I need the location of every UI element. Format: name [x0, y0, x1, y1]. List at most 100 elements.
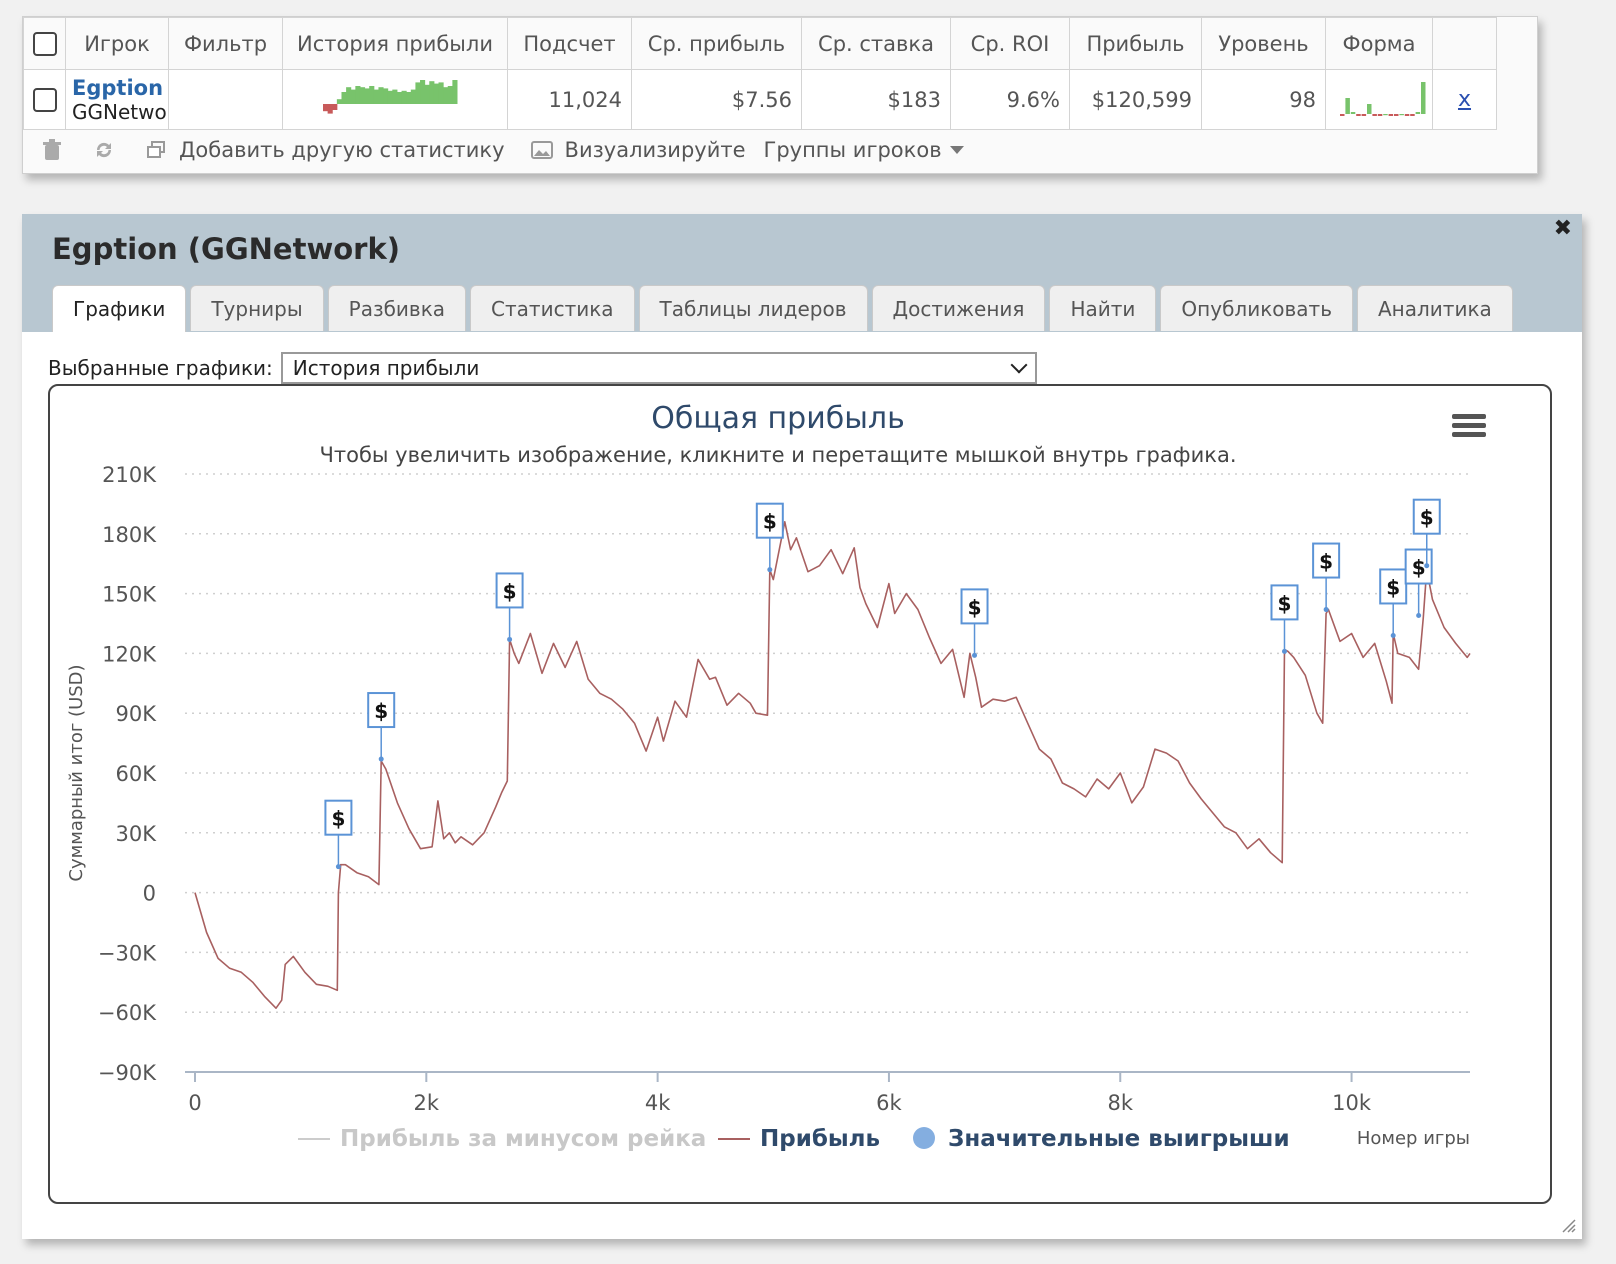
profit-history-sparkline[interactable]: [293, 74, 497, 120]
header-avg-stake[interactable]: Ср. ставка: [801, 17, 951, 70]
chart-type-select[interactable]: История прибыли: [280, 352, 1037, 384]
form-sparkline[interactable]: [1332, 74, 1426, 120]
tab-charts[interactable]: Графики: [52, 285, 187, 332]
form-bar: [1340, 114, 1345, 116]
level-value: 98: [1201, 69, 1326, 130]
panel-tabs: Графики Турниры Разбивка Статистика Табл…: [52, 285, 1517, 332]
big-win-flag-label: $: [503, 579, 517, 603]
chart-menu-icon[interactable]: [1452, 414, 1486, 437]
y-tick-label: −60K: [98, 1001, 157, 1025]
big-win-flag[interactable]: $: [1312, 542, 1341, 613]
visualize-button[interactable]: Визуализируйте: [530, 138, 746, 162]
sparkline-bar: [406, 92, 412, 104]
big-win-flag[interactable]: $: [755, 502, 784, 573]
form-bar: [1394, 114, 1399, 116]
y-axis-title: Суммарный итог (USD): [66, 664, 87, 881]
form-bar: [1372, 114, 1377, 116]
legend-item-big-wins[interactable]: Значительные выигрыши: [913, 1126, 1290, 1152]
close-icon[interactable]: ✖: [1554, 216, 1572, 241]
tab-find[interactable]: Найти: [1049, 285, 1157, 331]
copy-window-icon: [145, 139, 167, 161]
tab-publish[interactable]: Опубликовать: [1160, 285, 1353, 331]
chart-subtitle: Чтобы увеличить изображение, кликните и …: [319, 443, 1236, 467]
add-stats-button[interactable]: Добавить другую статистику: [145, 138, 505, 162]
form-bar: [1404, 114, 1410, 116]
big-win-flag[interactable]: $: [1270, 584, 1299, 654]
trash-icon[interactable]: [41, 139, 63, 161]
select-all-cell: [23, 17, 66, 70]
big-win-flag[interactable]: $: [495, 572, 524, 642]
form-bar: [1410, 114, 1415, 116]
panel-title: Egption (GGNetwork): [52, 232, 401, 266]
big-win-flag-label: $: [1412, 556, 1426, 580]
x-tick-label: 2k: [414, 1091, 440, 1115]
profit-history-sparkline-cell[interactable]: [282, 69, 508, 130]
header-empty: [1432, 17, 1497, 70]
tab-breakdown[interactable]: Разбивка: [327, 285, 467, 331]
player-name-link[interactable]: Egption: [72, 76, 168, 100]
header-avg-profit[interactable]: Ср. прибыль: [631, 17, 802, 70]
player-cell: Egption GGNetwork: [65, 69, 169, 130]
avg-stake-value: $183: [801, 69, 951, 130]
avg-profit-value: $7.56: [631, 69, 802, 130]
sparkline-bar: [383, 88, 389, 104]
x-tick-label: 4k: [645, 1091, 671, 1115]
stats-toolbar: Добавить другую статистику Визуализируйт…: [23, 125, 1537, 175]
player-groups-dropdown[interactable]: Группы игроков: [764, 138, 964, 162]
form-sparkline-cell[interactable]: [1325, 69, 1433, 130]
sparkline-bar: [387, 90, 393, 104]
sparkline-bar: [336, 99, 342, 104]
refresh-icon[interactable]: [93, 139, 115, 161]
big-win-flag-label: $: [763, 510, 777, 534]
profit-chart[interactable]: Общая прибыль Чтобы увеличить изображение…: [50, 386, 1550, 1202]
big-win-flag[interactable]: $: [1404, 548, 1433, 619]
sparkline-bar: [433, 83, 440, 104]
tab-achievements[interactable]: Достижения: [871, 285, 1046, 331]
tab-tournaments[interactable]: Турниры: [190, 285, 324, 331]
legend-label: Значительные выигрыши: [948, 1126, 1290, 1152]
tab-leaderboards[interactable]: Таблицы лидеров: [638, 285, 868, 331]
legend-item-net-profit[interactable]: Прибыль за минусом рейка: [298, 1126, 706, 1152]
y-tick-label: 30K: [116, 822, 158, 846]
header-form[interactable]: Форма: [1325, 17, 1433, 70]
form-bar: [1350, 112, 1356, 114]
resize-handle-icon[interactable]: [1560, 1217, 1576, 1233]
row-checkbox[interactable]: [32, 88, 57, 112]
sparkline-bar: [341, 92, 347, 104]
legend-item-profit[interactable]: Прибыль: [718, 1126, 880, 1152]
chart-select-row: Выбранные графики: История прибыли: [48, 352, 1037, 384]
remove-player-link[interactable]: x: [1458, 87, 1471, 112]
chevron-down-icon: [1010, 356, 1028, 374]
header-profit[interactable]: Прибыль: [1069, 17, 1202, 70]
y-tick-label: −90K: [98, 1061, 157, 1085]
big-win-flag[interactable]: $: [960, 588, 989, 658]
sparkline-bar: [452, 80, 458, 104]
panel-header: Egption (GGNetwork) ✖ Графики Турниры Ра…: [22, 214, 1582, 332]
tab-analytics[interactable]: Аналитика: [1357, 285, 1513, 331]
sparkline-bar: [424, 84, 430, 104]
header-level[interactable]: Уровень: [1201, 17, 1326, 70]
big-win-flag-label: $: [1386, 575, 1400, 599]
select-all-checkbox[interactable]: [32, 32, 57, 56]
header-player[interactable]: Игрок: [65, 17, 169, 70]
header-profit-history[interactable]: История прибыли: [282, 17, 508, 70]
chart-container[interactable]: Общая прибыль Чтобы увеличить изображение…: [48, 384, 1552, 1204]
sparkline-bar: [415, 82, 421, 104]
sparkline-bar: [369, 86, 375, 104]
big-win-flag[interactable]: $: [1379, 568, 1408, 638]
stats-header-row: Игрок Фильтр История прибыли Подсчет Ср.…: [23, 17, 1497, 70]
y-tick-label: 210K: [102, 463, 157, 487]
big-win-flag[interactable]: $: [367, 692, 396, 762]
big-win-flag-label: $: [1319, 550, 1333, 574]
sparkline-bar: [355, 86, 361, 104]
header-filter[interactable]: Фильтр: [168, 17, 283, 70]
header-avg-roi[interactable]: Ср. ROI: [950, 17, 1070, 70]
player-groups-label: Группы игроков: [763, 138, 942, 162]
legend-label: Прибыль за минусом рейка: [340, 1126, 706, 1152]
tab-statistics[interactable]: Статистика: [470, 285, 635, 331]
y-tick-label: 60K: [116, 762, 158, 786]
filter-cell[interactable]: [168, 69, 283, 130]
x-tick-label: 0: [188, 1091, 201, 1115]
header-count[interactable]: Подсчет: [507, 17, 632, 70]
big-win-flag[interactable]: $: [324, 799, 353, 870]
